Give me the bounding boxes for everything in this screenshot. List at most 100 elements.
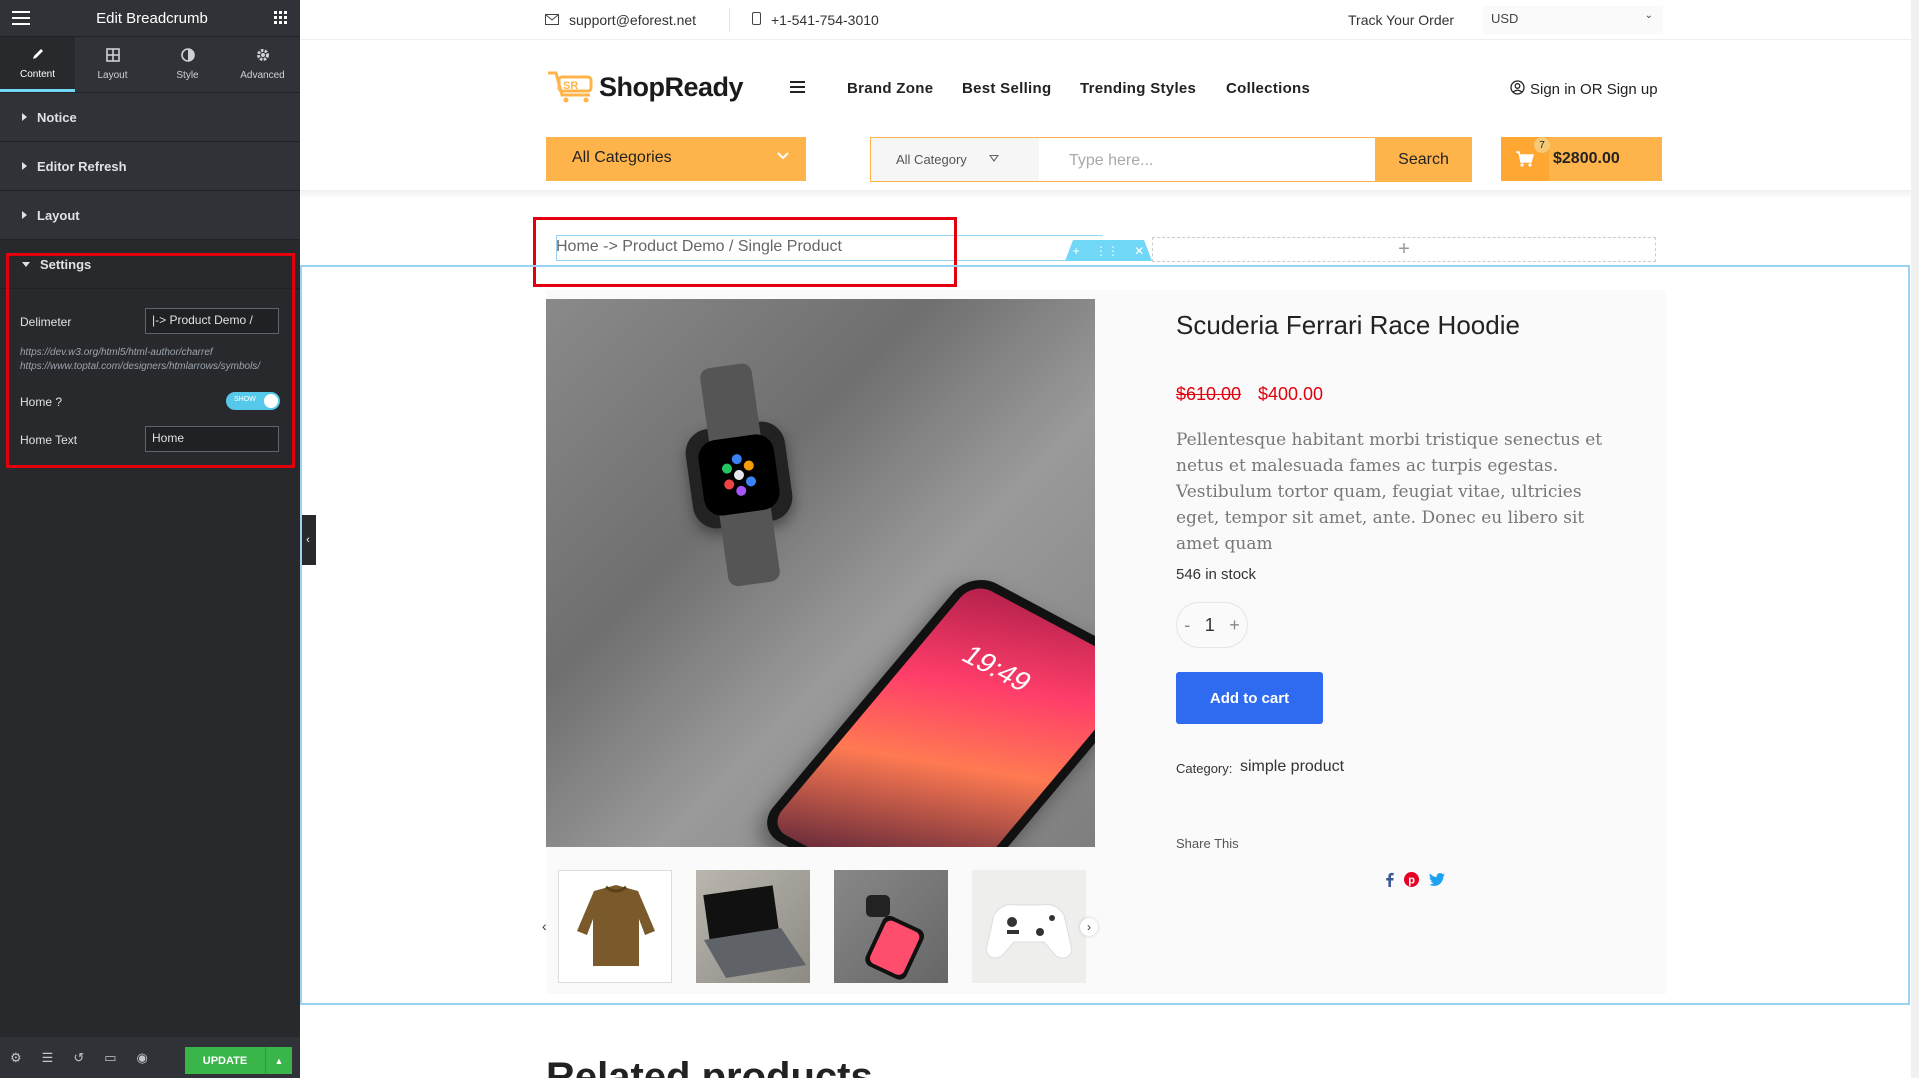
thumbnail-phone-watch[interactable] (834, 870, 948, 983)
add-to-cart-button[interactable]: Add to cart (1176, 672, 1323, 724)
facebook-icon[interactable] (1385, 872, 1394, 892)
section-notice-label: Notice (37, 109, 77, 125)
search-bar: All Category Type here... Search (870, 137, 1472, 182)
all-categories-label: All Categories (572, 149, 672, 166)
email-contact[interactable]: support@eforest.net (545, 12, 696, 28)
email-text: support@eforest.net (569, 12, 697, 28)
decrease-button[interactable]: - (1184, 615, 1190, 636)
smartwatch-image (682, 362, 796, 588)
panel-title: Edit Breadcrumb (96, 9, 208, 27)
increase-button[interactable]: + (1229, 615, 1240, 636)
preview-eye-icon[interactable]: ◉ (137, 1050, 148, 1066)
panel-tabs: Content Layout Style Advanced (0, 37, 300, 93)
nav-brand-zone[interactable]: Brand Zone (847, 80, 933, 97)
settings-highlight-box (6, 253, 295, 468)
apps-grid-icon[interactable] (274, 11, 288, 25)
tab-style-label: Style (176, 70, 199, 81)
tab-advanced-label: Advanced (240, 70, 285, 81)
quantity-stepper[interactable]: - 1 + (1176, 602, 1248, 648)
mobile-icon (752, 12, 761, 28)
category-link[interactable]: simple product (1240, 758, 1344, 776)
tab-style[interactable]: Style (150, 37, 225, 92)
caret-right-icon (22, 211, 27, 219)
section-editor-refresh[interactable]: Editor Refresh (0, 142, 300, 191)
close-icon[interactable]: ✕ (1134, 244, 1144, 258)
empty-column-add-icon[interactable]: + (1152, 237, 1656, 262)
pinterest-icon[interactable]: p (1404, 872, 1419, 892)
drag-handle-icon[interactable]: ⋮⋮ (1095, 244, 1119, 258)
panel-header: Edit Breadcrumb (0, 0, 300, 37)
divider (729, 8, 730, 32)
caret-up-icon[interactable]: ▲ (265, 1047, 292, 1074)
share-label: Share This (1176, 836, 1239, 851)
section-editor-refresh-label: Editor Refresh (37, 158, 127, 174)
product-description: Pellentesque habitant morbi tristique se… (1176, 430, 1603, 554)
phone-contact[interactable]: +1-541-754-3010 (752, 12, 879, 28)
category-select[interactable]: All Category (871, 138, 1039, 181)
category-select-value: All Category (896, 152, 967, 167)
social-share-icons: p (1385, 872, 1445, 892)
contrast-icon (180, 48, 195, 65)
old-price: $610.00 (1176, 384, 1242, 404)
section-notice[interactable]: Notice (0, 93, 300, 142)
chevron-down-icon (776, 148, 790, 167)
currency-value: USD (1491, 11, 1519, 26)
nav-trending-styles[interactable]: Trending Styles (1080, 80, 1196, 97)
logo[interactable]: SR ShopReady (546, 67, 744, 108)
sale-price: $400.00 (1258, 384, 1324, 404)
nav-best-selling[interactable]: Best Selling (962, 80, 1051, 97)
update-button[interactable]: UPDATE ▲ (185, 1047, 292, 1074)
track-order-link[interactable]: Track Your Order (1348, 12, 1454, 28)
chevron-down-icon: ⌄ (1644, 10, 1653, 21)
sign-in-link[interactable]: Sign in OR Sign up (1510, 80, 1658, 99)
tab-layout-label: Layout (97, 70, 128, 81)
sign-in-text: Sign in OR Sign up (1530, 81, 1658, 98)
preview-canvas: support@eforest.net +1-541-754-3010 Trac… (300, 0, 1911, 1078)
twitter-icon[interactable] (1429, 873, 1445, 891)
cart-button[interactable]: 7 $2800.00 (1501, 137, 1662, 181)
quantity-value[interactable]: 1 (1205, 615, 1215, 636)
tab-content-label: Content (19, 68, 56, 80)
responsive-icon[interactable]: ▭ (104, 1050, 116, 1066)
currency-select[interactable]: USD ⌄ (1483, 6, 1663, 34)
tab-content[interactable]: Content (0, 37, 75, 92)
hamburger-icon[interactable] (12, 11, 30, 25)
caret-right-icon (22, 162, 27, 170)
gallery-next-arrow[interactable]: › (1080, 918, 1098, 936)
nav-collections[interactable]: Collections (1226, 80, 1310, 97)
all-categories-dropdown[interactable]: All Categories (546, 137, 806, 181)
update-label: UPDATE (202, 1054, 248, 1067)
tab-layout[interactable]: Layout (75, 37, 150, 92)
caret-right-icon (22, 113, 27, 121)
cart-count-badge: 7 (1534, 137, 1550, 153)
phone-screen: 19:49 (768, 581, 1095, 847)
top-bar: support@eforest.net +1-541-754-3010 Trac… (300, 0, 1911, 40)
phone-clock: 19:49 (955, 639, 1039, 697)
gallery-prev-arrow[interactable]: ‹ (542, 918, 547, 934)
add-section-icon[interactable]: + (1073, 244, 1080, 258)
page-scrollbar[interactable] (1911, 0, 1919, 1078)
phone-text: +1-541-754-3010 (771, 12, 879, 28)
logo-mark-icon: SR (546, 67, 596, 108)
user-circle-icon (1510, 80, 1525, 99)
svg-text:p: p (1408, 875, 1415, 887)
layers-icon[interactable]: ☰ (42, 1050, 54, 1066)
logo-text: ShopReady (599, 72, 744, 102)
product-main-image[interactable]: 19:49 (546, 299, 1095, 847)
thumbnail-hoodie[interactable] (558, 870, 672, 983)
watch-face (696, 432, 782, 518)
search-button[interactable]: Search (1375, 138, 1472, 181)
thumbnail-laptop[interactable] (696, 870, 810, 983)
section-layout[interactable]: Layout (0, 191, 300, 240)
search-input[interactable]: Type here... (1069, 152, 1154, 170)
tab-advanced[interactable]: Advanced (225, 37, 300, 92)
gear-icon (256, 48, 270, 65)
menu-hamburger-icon[interactable] (790, 80, 805, 98)
thumbnail-controller[interactable] (972, 870, 1086, 983)
history-icon[interactable]: ↺ (73, 1050, 84, 1066)
smartphone-image: 19:49 (754, 570, 1095, 847)
svg-text:SR: SR (563, 80, 578, 92)
settings-icon[interactable]: ⚙ (10, 1050, 22, 1066)
mail-icon (545, 12, 559, 28)
stock-status: 546 in stock (1176, 566, 1257, 583)
